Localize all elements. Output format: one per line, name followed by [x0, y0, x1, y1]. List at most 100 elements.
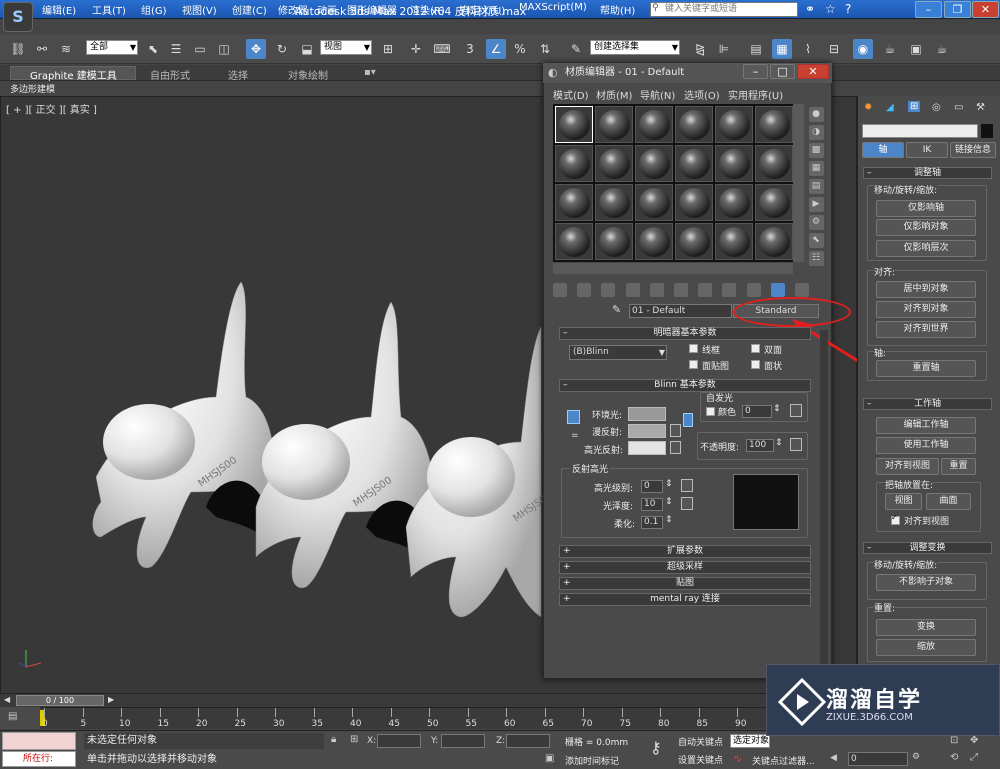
working-pivot-header[interactable]: – 工作轴: [863, 398, 992, 410]
close-button[interactable]: ✕: [972, 1, 999, 18]
move-icon[interactable]: ✥: [246, 39, 266, 59]
align-to-world-button[interactable]: 对齐到世界: [876, 321, 976, 338]
select-object-icon[interactable]: ⬉: [143, 39, 163, 59]
adjust-transform-header[interactable]: – 调整变换: [863, 542, 992, 554]
specular-map-button[interactable]: [670, 441, 681, 454]
eyedropper-icon[interactable]: ✎: [612, 303, 621, 316]
spinner-arrows-icon[interactable]: ⇕: [665, 479, 673, 489]
affect-pivot-only-button[interactable]: 仅影响轴: [876, 200, 976, 217]
mat-menu-material[interactable]: 材质(M): [596, 87, 632, 102]
material-slot[interactable]: [715, 223, 753, 260]
mat-menu-modes[interactable]: 模式(D): [553, 87, 589, 102]
spinner-arrows-icon[interactable]: ⇕: [775, 438, 783, 448]
menu-tools[interactable]: 工具(T): [92, 2, 126, 17]
material-slot[interactable]: [675, 145, 713, 182]
center-to-object-button[interactable]: 居中到对象: [876, 281, 976, 298]
graphite-toggle-icon[interactable]: ▦: [772, 39, 792, 59]
chevron-right-icon[interactable]: ▶: [108, 695, 114, 704]
utilities-tab-icon[interactable]: ⚒: [976, 102, 985, 113]
supersampling-rollout-header[interactable]: + 超级采样: [559, 561, 811, 574]
material-slot[interactable]: [715, 106, 753, 143]
mat-menu-utilities[interactable]: 实用程序(U): [728, 87, 783, 102]
mental-ray-rollout-header[interactable]: + mental ray 连接: [559, 593, 811, 606]
material-slot[interactable]: [755, 106, 793, 143]
scale-icon[interactable]: ⬓: [297, 39, 317, 59]
reset-transform-button[interactable]: 变换: [876, 619, 976, 636]
tab-graphite[interactable]: Graphite 建模工具: [30, 67, 117, 82]
reset-scale-button[interactable]: 缩放: [876, 639, 976, 656]
adjust-pivot-header[interactable]: – 调整轴: [863, 167, 992, 179]
zoom-extents-icon[interactable]: ⊡: [950, 735, 958, 746]
material-slot[interactable]: [595, 106, 633, 143]
place-pivot-surface-button[interactable]: 曲面: [926, 493, 971, 510]
material-slot[interactable]: [635, 106, 673, 143]
object-color-swatch[interactable]: [981, 124, 993, 138]
edit-working-pivot-button[interactable]: 编辑工作轴: [876, 417, 976, 434]
glossiness-map-button[interactable]: [681, 497, 693, 510]
y-coord-field[interactable]: [441, 734, 485, 748]
spec-level-spinner[interactable]: 0: [641, 480, 663, 493]
go-forward-icon[interactable]: [794, 283, 809, 297]
material-slot[interactable]: [675, 184, 713, 221]
menu-modifiers[interactable]: 修改器: [278, 2, 308, 17]
options-icon[interactable]: ⚙: [808, 215, 824, 230]
hierarchy-tab-icon[interactable]: ⊞: [908, 101, 921, 112]
display-tab-icon[interactable]: ▭: [954, 102, 963, 113]
link-icon[interactable]: ⛓: [8, 39, 28, 59]
align-icon[interactable]: ⊫: [714, 39, 734, 59]
material-slot[interactable]: [635, 223, 673, 260]
material-slot[interactable]: [755, 223, 793, 260]
material-name-field[interactable]: 01 - Default: [629, 304, 732, 318]
angle-snap-icon[interactable]: ∠: [486, 39, 506, 59]
make-unique-icon[interactable]: [649, 283, 664, 297]
align-to-object-button[interactable]: 对齐到对象: [876, 301, 976, 318]
tab-pivot[interactable]: 轴: [862, 142, 904, 158]
reference-coord-dropdown[interactable]: 视图 ▼: [320, 40, 372, 55]
put-to-scene-icon[interactable]: [577, 283, 592, 297]
tab-ik[interactable]: IK: [906, 142, 948, 158]
key-mode-dropdown[interactable]: 选定对象: [730, 734, 770, 748]
rendered-frame-icon[interactable]: ▣: [906, 39, 926, 59]
menu-customize[interactable]: 自定义(U): [460, 2, 505, 17]
bind-space-warp-icon[interactable]: ≋: [56, 39, 76, 59]
lock-icon[interactable]: 🔒︎: [331, 734, 336, 745]
select-manipulate-icon[interactable]: ✛: [406, 39, 426, 59]
mat-menu-navigation[interactable]: 导航(N): [640, 87, 675, 102]
opacity-map-button[interactable]: [790, 438, 802, 451]
go-to-start-icon[interactable]: ◀: [830, 753, 837, 763]
mat-params-scrollbar[interactable]: [820, 330, 828, 675]
maximize-button[interactable]: ❐: [944, 1, 971, 18]
menu-edit[interactable]: 编辑(E): [42, 2, 76, 17]
spinner-arrows-icon[interactable]: ⇕: [665, 515, 673, 525]
material-navigator-icon[interactable]: ☷: [808, 251, 824, 266]
mat-maximize-button[interactable]: □: [770, 64, 795, 79]
specular-color-swatch[interactable]: [628, 441, 666, 455]
material-slot[interactable]: [675, 106, 713, 143]
align-to-view-button[interactable]: 对齐到视图: [876, 458, 939, 475]
mat-close-button[interactable]: ✕: [797, 64, 829, 79]
material-slot[interactable]: [755, 145, 793, 182]
polygon-modeling-label[interactable]: 多边形建模: [10, 82, 55, 95]
key-icon[interactable]: ⚷: [650, 738, 662, 757]
material-slot[interactable]: [715, 145, 753, 182]
binoculars-icon[interactable]: ⚭: [805, 2, 815, 16]
menu-graph-editors[interactable]: 图形编辑器: [347, 2, 397, 17]
glossiness-spinner[interactable]: 10: [641, 498, 663, 511]
maps-rollout-header[interactable]: + 贴图: [559, 577, 811, 590]
material-slot[interactable]: [755, 184, 793, 221]
mirror-icon[interactable]: ⧎: [690, 39, 710, 59]
diffuse-color-swatch[interactable]: [628, 424, 666, 438]
show-map-icon[interactable]: [722, 283, 737, 297]
auto-key-button[interactable]: 自动关键点: [678, 735, 723, 748]
mat-menu-options[interactable]: 选项(O): [684, 87, 720, 102]
modify-tab-icon[interactable]: ◢: [886, 102, 894, 113]
spec-level-map-button[interactable]: [681, 479, 693, 492]
backlight-icon[interactable]: ◑: [808, 125, 824, 140]
dont-affect-children-button[interactable]: 不影响子对象: [876, 574, 976, 591]
shader-type-dropdown[interactable]: (B)Blinn ▼: [569, 345, 667, 360]
slot-vertical-scrollbar[interactable]: [793, 104, 804, 262]
object-name-field[interactable]: [862, 124, 978, 138]
chevron-left-icon[interactable]: ◀: [4, 695, 10, 704]
add-time-tag-label[interactable]: 添加时间标记: [565, 754, 619, 767]
use-working-pivot-button[interactable]: 使用工作轴: [876, 437, 976, 454]
